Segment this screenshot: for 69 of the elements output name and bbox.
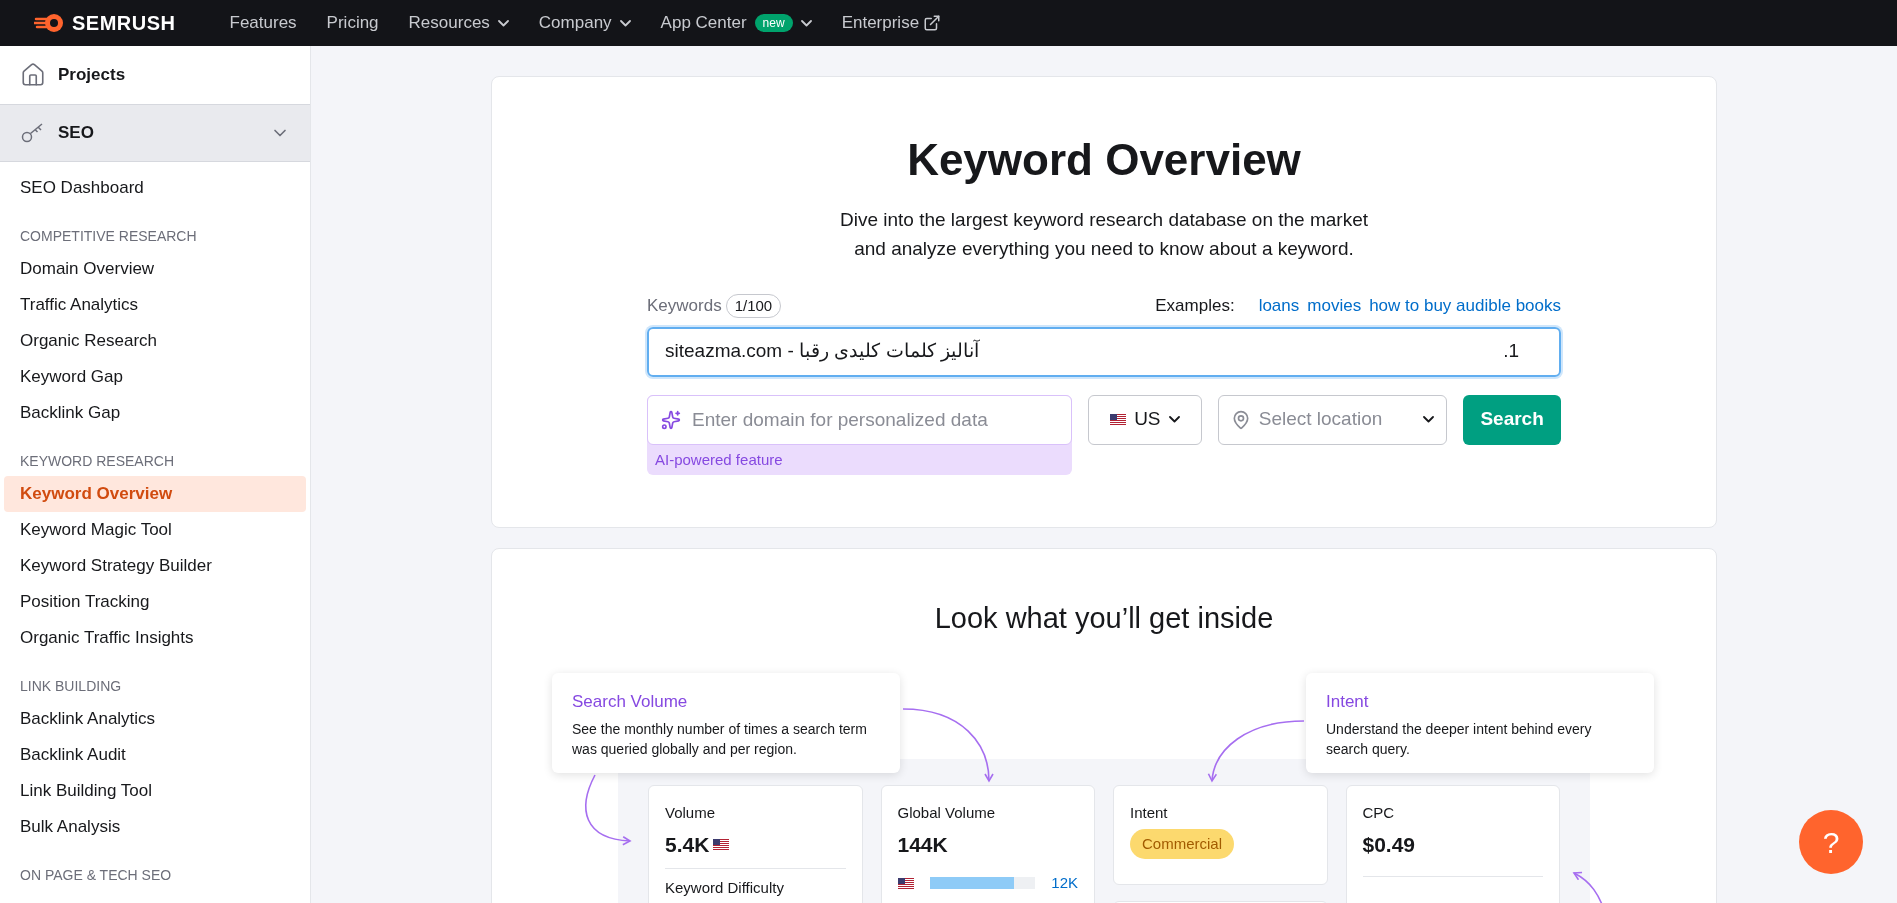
section-heading: KEYWORD RESEARCH	[19, 452, 176, 471]
sidebar-item[interactable]: Keyword Gap	[4, 359, 306, 395]
chevron-down-icon	[800, 19, 812, 27]
sidebar-item[interactable]: Keyword Magic Tool	[4, 512, 306, 548]
subtitle-line: and analyze everything you need to know about a keyword.	[854, 237, 1354, 261]
example-link[interactable]: how to buy audible books	[1369, 293, 1561, 319]
flame-logo-icon	[34, 13, 64, 33]
section-heading: LINK BUILDING	[19, 677, 123, 696]
house-icon	[20, 62, 46, 88]
line-marker: .1	[1503, 339, 1519, 364]
examples-label: Examples:	[1155, 295, 1235, 317]
metric-value: 144K	[897, 831, 949, 858]
us-flag-icon	[897, 877, 914, 889]
sidebar-item[interactable]: SEO Dashboard	[4, 170, 306, 206]
sidebar-item[interactable]: Link Building Tool	[4, 773, 306, 809]
external-link-icon	[923, 14, 942, 32]
nav-link[interactable]: Features	[229, 10, 297, 36]
metric-value: 5.4K	[665, 831, 710, 858]
page-title: Keyword Overview	[907, 134, 1301, 186]
sidebar-item[interactable]: Position Tracking	[4, 584, 306, 620]
new-badge: new	[754, 14, 793, 32]
intent-tag: Commercial	[1130, 828, 1234, 859]
sparkles-icon	[661, 409, 681, 430]
nav-link[interactable]: Pricing	[326, 10, 379, 36]
sidebar-item[interactable]: Keyword Overview	[4, 476, 306, 512]
example-link[interactable]: loans	[1258, 293, 1300, 319]
section-heading: COMPETITIVE RESEARCH	[19, 227, 198, 246]
metric-label: Volume	[665, 803, 717, 823]
sidebar-item[interactable]: Bulk Analysis	[4, 809, 306, 845]
chevron-down-icon	[1168, 416, 1180, 423]
sidebar-item[interactable]: Backlink Audit	[4, 737, 306, 773]
us-flag-icon	[713, 838, 730, 850]
sidebar-item[interactable]: Backlink Gap	[4, 395, 306, 431]
ai-feature-note: AI-powered feature	[654, 449, 784, 470]
projects-link[interactable]: Projects	[0, 46, 310, 104]
callout-text: See the monthly number of times a search term was queried globally and per region.	[572, 719, 868, 759]
seo-section-toggle[interactable]: SEO	[0, 104, 310, 162]
metric-label: CPC	[1362, 803, 1396, 823]
sidebar-item[interactable]: Organic Research	[4, 323, 306, 359]
sidebar-item[interactable]: Traffic Analytics	[4, 287, 306, 323]
metric-value: $0.49	[1362, 831, 1417, 858]
metric-label: Keyword Difficulty	[665, 878, 785, 898]
sidebar-item[interactable]: Backlink Analytics	[4, 701, 306, 737]
metric-label: Intent	[1130, 803, 1169, 823]
nav-link[interactable]: Company	[538, 10, 631, 36]
callout-text: Understand the deeper intent behind every search query.	[1326, 719, 1593, 759]
sidebar-item[interactable]: Keyword Strategy Builder	[4, 548, 306, 584]
section-heading: ON PAGE & TECH SEO	[19, 866, 173, 885]
nav-link[interactable]: App Center new	[660, 10, 812, 36]
nav-link[interactable]: Resources	[408, 10, 509, 36]
nav-link[interactable]: Enterprise	[841, 10, 942, 36]
volume-reading: 12K	[1051, 873, 1078, 893]
example-link[interactable]: movies	[1307, 293, 1362, 319]
chevron-down-icon	[1423, 416, 1435, 423]
callout-title: Search Volume	[572, 691, 689, 713]
chevron-down-icon	[497, 19, 509, 27]
callout-title: Intent	[1326, 691, 1370, 713]
metric-label: Global Volume	[897, 803, 997, 823]
sidebar-item[interactable]: Domain Overview	[4, 251, 306, 287]
keywords-label: Keywords	[647, 295, 722, 317]
brand-name: SEMRUSH	[72, 11, 176, 36]
curved-arrow	[585, 774, 631, 846]
country-select[interactable]: US	[1088, 394, 1202, 445]
domain-input-field[interactable]: Enter domain for personalized data	[647, 394, 1072, 445]
subtitle-line: Dive into the largest keyword research database on the market	[839, 208, 1369, 232]
us-flag-icon	[1110, 414, 1127, 425]
sidebar-item[interactable]: Organic Traffic Insights	[4, 620, 306, 656]
section-title: Look what you’ll get inside	[933, 601, 1275, 636]
chevron-down-icon	[619, 19, 631, 27]
